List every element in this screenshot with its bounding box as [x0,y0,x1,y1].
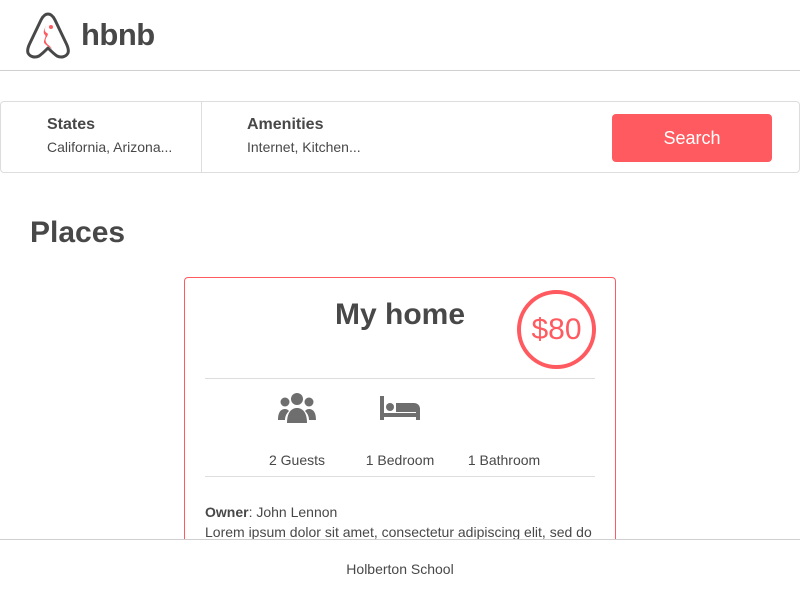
bedroom-label: 1 Bedroom [365,452,435,468]
filters-bar: States California, Arizona... Amenities … [0,101,800,173]
amenities-filter-title: Amenities [247,116,324,133]
bathroom-icon [484,386,524,430]
footer-text: Holberton School [346,561,454,577]
places-title: Places [30,216,126,249]
place-description: Owner: John Lennon Lorem ipsum dolor sit… [205,502,597,542]
states-filter[interactable]: States California, Arizona... [1,102,202,172]
owner-name: : John Lennon [248,504,338,520]
header: hbnb [0,0,800,71]
amenities-filter[interactable]: Amenities Internet, Kitchen... [202,102,452,172]
states-filter-title: States [47,116,96,133]
divider [205,476,595,477]
guests-info: 2 Guests [247,386,347,468]
guests-icon [278,393,316,423]
divider [205,378,595,379]
search-button[interactable]: Search [612,114,772,162]
footer: Holberton School [0,539,800,600]
bathroom-label: 1 Bathroom [467,452,541,468]
amenities-filter-value: Internet, Kitchen... [247,139,361,155]
logo-text: hbnb [81,17,155,52]
hbnb-logo-icon [26,12,70,59]
bathroom-info: 1 Bathroom [454,386,554,468]
owner-line: Owner: John Lennon [205,502,597,522]
bedroom-info: 1 Bedroom [350,386,450,468]
logo[interactable]: hbnb [25,11,155,59]
place-card: My home $80 2 Guests 1 Bedroom 1 Bathroo… [184,277,616,577]
owner-label: Owner [205,504,249,520]
states-filter-value: California, Arizona... [47,139,173,155]
price-badge: $80 [517,290,596,369]
guests-label: 2 Guests [268,452,326,468]
bed-icon [380,396,420,420]
